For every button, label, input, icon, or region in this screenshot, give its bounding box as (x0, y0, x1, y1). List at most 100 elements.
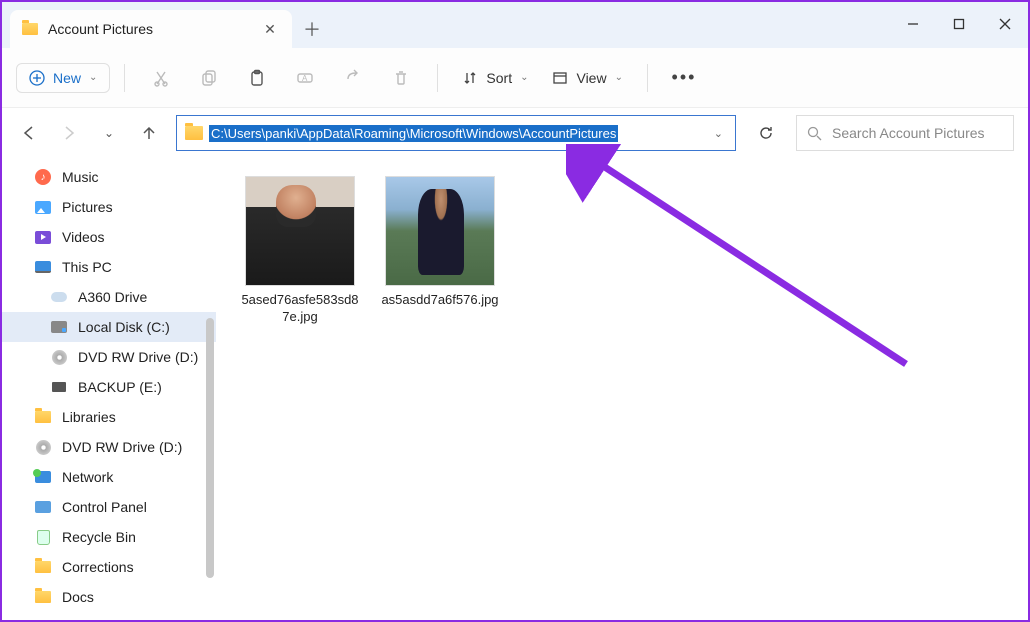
thumbnail (245, 176, 355, 286)
scrollbar-thumb[interactable] (206, 318, 214, 578)
sidebar-item-docs[interactable]: Docs (2, 582, 216, 612)
sidebar-item-music[interactable]: ♪ Music (2, 162, 216, 192)
separator (437, 64, 438, 92)
sidebar-item-label: A360 Drive (78, 289, 147, 305)
pictures-icon (34, 198, 52, 216)
refresh-button[interactable] (750, 117, 782, 149)
sidebar-item-label: BACKUP (E:) (78, 379, 162, 395)
new-tab-button[interactable]: ＋ (292, 10, 332, 48)
address-bar[interactable]: C:\Users\panki\AppData\Roaming\Microsoft… (176, 115, 736, 151)
sort-button[interactable]: Sort ⌄ (452, 70, 538, 86)
music-icon: ♪ (34, 168, 52, 186)
sidebar-item-label: Recycle Bin (62, 529, 136, 545)
annotation-arrow (566, 144, 926, 384)
sort-icon (462, 70, 478, 86)
paste-button[interactable] (235, 60, 279, 96)
sidebar-item-network[interactable]: Network (2, 462, 216, 492)
cut-button[interactable] (139, 60, 183, 96)
sidebar-item-pictures[interactable]: Pictures (2, 192, 216, 222)
sidebar-item-label: Control Panel (62, 499, 147, 515)
chevron-down-icon: ⌄ (615, 72, 623, 83)
sidebar-item-label: This PC (62, 259, 112, 275)
view-icon (552, 70, 568, 86)
view-label: View (576, 70, 606, 86)
recycle-icon (34, 528, 52, 546)
chevron-down-icon: ⌄ (89, 72, 97, 83)
toolbar: New ⌄ A Sort ⌄ View ⌄ ••• (2, 48, 1028, 108)
sidebar-item-label: Local Disk (C:) (78, 319, 170, 335)
new-label: New (53, 70, 81, 86)
share-button[interactable] (331, 60, 375, 96)
tab-title: Account Pictures (48, 21, 250, 37)
network-icon (34, 468, 52, 486)
sidebar-item-label: Libraries (62, 409, 116, 425)
forward-button[interactable] (56, 120, 82, 146)
dvd-icon (34, 438, 52, 456)
separator (124, 64, 125, 92)
close-window-button[interactable] (982, 8, 1028, 40)
sort-label: Sort (486, 70, 512, 86)
recent-button[interactable]: ⌄ (96, 120, 122, 146)
copy-button[interactable] (187, 60, 231, 96)
nav-row: ⌄ C:\Users\panki\AppData\Roaming\Microso… (2, 108, 1028, 158)
sidebar-item-this-pc[interactable]: This PC (2, 252, 216, 282)
thispc-icon (34, 258, 52, 276)
videos-icon (34, 228, 52, 246)
chevron-down-icon[interactable]: ⌄ (710, 127, 727, 140)
close-tab-icon[interactable]: ✕ (260, 21, 280, 38)
sidebar-item-local-disk-c-[interactable]: Local Disk (C:) (2, 312, 216, 342)
back-button[interactable] (16, 120, 42, 146)
main-area: ♪ Music Pictures Videos This PC A360 Drive Loc… (2, 158, 1028, 620)
title-bar: Account Pictures ✕ ＋ (2, 2, 1028, 48)
view-button[interactable]: View ⌄ (542, 70, 632, 86)
control-icon (34, 498, 52, 516)
folder-icon (34, 588, 52, 606)
sidebar-item-label: Corrections (62, 559, 134, 575)
sidebar-item-corrections[interactable]: Corrections (2, 552, 216, 582)
new-button[interactable]: New ⌄ (16, 63, 110, 93)
sidebar-item-videos[interactable]: Videos (2, 222, 216, 252)
search-placeholder: Search Account Pictures (832, 125, 985, 141)
maximize-button[interactable] (936, 8, 982, 40)
cloud-icon (50, 288, 68, 306)
sidebar-item-label: DVD RW Drive (D:) (78, 349, 198, 365)
sidebar: ♪ Music Pictures Videos This PC A360 Drive Loc… (2, 158, 216, 620)
file-item[interactable]: as5asdd7a6f576.jpg (380, 176, 500, 309)
sidebar-item-a360-drive[interactable]: A360 Drive (2, 282, 216, 312)
sidebar-item-label: Pictures (62, 199, 113, 215)
sidebar-item-label: DVD RW Drive (D:) (62, 439, 182, 455)
minimize-button[interactable] (890, 8, 936, 40)
address-path: C:\Users\panki\AppData\Roaming\Microsoft… (209, 125, 618, 142)
file-name: 5ased76asfe583sd87e.jpg (240, 292, 360, 326)
chevron-down-icon: ⌄ (520, 72, 528, 83)
separator (647, 64, 648, 92)
more-button[interactable]: ••• (662, 60, 706, 96)
file-item[interactable]: 5ased76asfe583sd87e.jpg (240, 176, 360, 326)
search-icon (807, 126, 822, 141)
svg-text:A: A (302, 74, 308, 83)
folder-icon (34, 558, 52, 576)
up-button[interactable] (136, 120, 162, 146)
sidebar-item-label: Music (62, 169, 99, 185)
sidebar-item-backup-e-[interactable]: BACKUP (E:) (2, 372, 216, 402)
sidebar-item-recycle-bin[interactable]: Recycle Bin (2, 522, 216, 552)
usb-icon (50, 378, 68, 396)
rename-button[interactable]: A (283, 60, 327, 96)
content-pane[interactable]: 5ased76asfe583sd87e.jpg as5asdd7a6f576.j… (216, 158, 1028, 620)
disk-icon (50, 318, 68, 336)
sidebar-item-dvd-rw-drive-d-[interactable]: DVD RW Drive (D:) (2, 342, 216, 372)
sidebar-item-label: Videos (62, 229, 105, 245)
folder-icon (185, 126, 203, 140)
file-name: as5asdd7a6f576.jpg (380, 292, 500, 309)
sidebar-item-dvd-rw-drive-d-[interactable]: DVD RW Drive (D:) (2, 432, 216, 462)
dvd-icon (50, 348, 68, 366)
delete-button[interactable] (379, 60, 423, 96)
folder-icon (22, 23, 38, 35)
plus-circle-icon (29, 70, 45, 86)
thumbnail (385, 176, 495, 286)
tab-account-pictures[interactable]: Account Pictures ✕ (10, 10, 292, 48)
sidebar-item-control-panel[interactable]: Control Panel (2, 492, 216, 522)
folder-icon (34, 408, 52, 426)
search-box[interactable]: Search Account Pictures (796, 115, 1014, 151)
sidebar-item-libraries[interactable]: Libraries (2, 402, 216, 432)
